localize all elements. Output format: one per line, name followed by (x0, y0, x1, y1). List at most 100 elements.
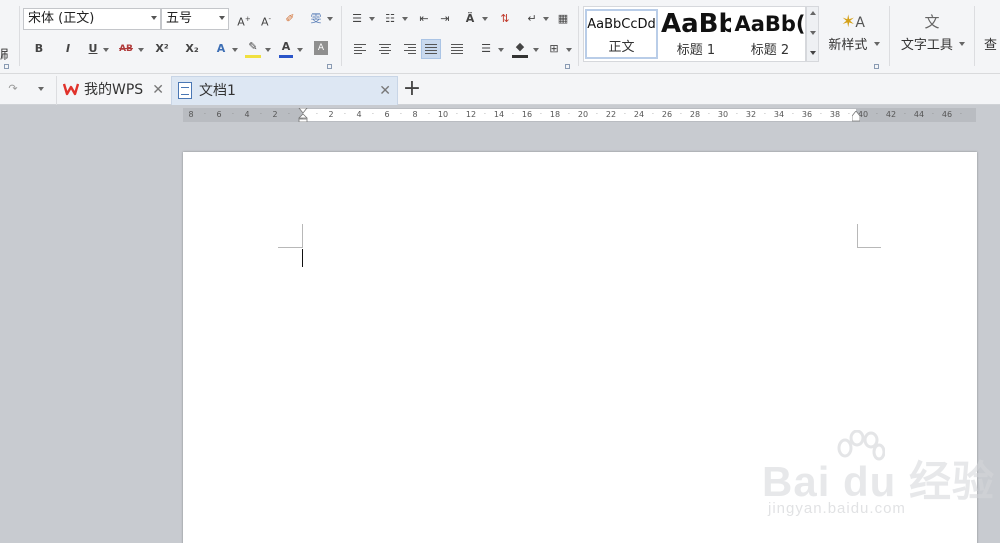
style-name: 标题 1 (676, 43, 716, 58)
ruler-minor-tick: · (428, 111, 430, 118)
character-shading-icon[interactable]: A (314, 41, 328, 55)
chevron-down-icon[interactable] (232, 48, 238, 52)
text-tools-label: 文字工具 (900, 38, 953, 53)
table-grid-icon[interactable]: ▦ (555, 10, 571, 28)
paragraph-group-launcher[interactable] (565, 64, 570, 69)
sort-icon[interactable]: ⇅ (498, 10, 512, 28)
ruler-minor-tick: · (736, 111, 738, 118)
group-divider (889, 6, 890, 66)
find-button-clipped[interactable]: 查 (984, 10, 1000, 53)
align-center-icon[interactable] (378, 42, 392, 56)
font-name-value: 宋体 (正文) (28, 11, 95, 26)
indent-marker-icon[interactable] (298, 108, 308, 122)
ruler-minor-tick: · (792, 111, 794, 118)
style-heading-2[interactable]: AaBb( 标题 2 (734, 9, 805, 59)
bullet-list-icon[interactable]: ☰ (349, 10, 365, 28)
close-icon[interactable]: ✕ (379, 77, 391, 105)
font-size-select[interactable]: 五号 (161, 8, 229, 30)
font-color-icon[interactable]: A (279, 40, 293, 58)
chinese-layout-icon[interactable]: Ä (462, 10, 478, 28)
clipboard-group-launcher[interactable] (4, 64, 9, 69)
ruler-minor-tick: · (232, 111, 234, 118)
tab-my-wps[interactable]: 我的WPS ✕ (56, 76, 170, 105)
borders-icon[interactable]: ⊞ (546, 40, 562, 58)
ruler-number: 32 (745, 110, 757, 119)
text-effect-icon[interactable]: A (214, 40, 228, 58)
italic-button[interactable]: I (61, 40, 75, 58)
justify-icon[interactable] (421, 39, 441, 59)
text-tools-button[interactable]: 文 文字工具 (898, 10, 966, 53)
grow-font-icon[interactable]: A+ (236, 10, 252, 29)
right-indent-marker-icon[interactable] (852, 111, 860, 122)
numbered-list-icon[interactable]: ☷ (382, 10, 398, 28)
style-sample: AaBbCcDd (587, 17, 656, 32)
style-normal[interactable]: AaBbCcDd 正文 (585, 9, 658, 59)
document-tab-bar: ↷ 我的WPS ✕ 文档1 ✕ + (0, 74, 1000, 105)
decrease-indent-icon[interactable]: ⇤ (417, 10, 431, 28)
ruler-number: 44 (913, 110, 925, 119)
font-group-launcher[interactable] (327, 64, 332, 69)
chevron-down-icon[interactable] (327, 17, 333, 21)
ruler-number: 6 (384, 110, 390, 119)
ruler-minor-tick: · (568, 111, 570, 118)
subscript-button[interactable]: X₂ (183, 40, 201, 58)
new-tab-icon[interactable]: + (402, 78, 422, 100)
chevron-down-icon[interactable] (402, 17, 408, 21)
chevron-down-icon[interactable] (482, 17, 488, 21)
new-style-button[interactable]: ✶A 新样式 (825, 10, 881, 53)
chevron-down-icon[interactable] (533, 48, 539, 52)
chevron-down-icon[interactable] (103, 48, 109, 52)
ruler-minor-tick: · (932, 111, 934, 118)
font-name-select[interactable]: 宋体 (正文) (23, 8, 161, 30)
styles-group-launcher[interactable] (874, 64, 879, 69)
close-icon[interactable]: ✕ (152, 76, 164, 104)
group-divider (19, 6, 20, 66)
clear-format-icon[interactable]: ✐ (282, 10, 298, 28)
highlight-icon[interactable]: ✎ (245, 40, 261, 58)
more-styles-icon[interactable] (810, 51, 816, 55)
tab-document-1[interactable]: 文档1 ✕ (171, 76, 398, 105)
ruler-number: 24 (633, 110, 645, 119)
chevron-down-icon[interactable] (810, 31, 816, 35)
ruler-number: 20 (577, 110, 589, 119)
baidu-jingyan-watermark: Bai du 经验 jingyan.baidu.com (750, 430, 994, 530)
chevron-down-icon[interactable] (138, 48, 144, 52)
distributed-align-icon[interactable] (450, 42, 464, 56)
superscript-button[interactable]: X² (153, 40, 171, 58)
line-spacing-icon[interactable]: ☰ (478, 40, 494, 58)
chevron-down-icon[interactable] (369, 17, 375, 21)
chevron-down-icon[interactable] (566, 48, 572, 52)
align-left-icon[interactable] (353, 42, 367, 56)
paragraph-shading-icon[interactable]: ◆ (512, 40, 528, 58)
ruler-minor-tick: · (820, 111, 822, 118)
clipped-format-painter-label[interactable]: 刷 (0, 44, 8, 63)
tab-list-dropdown[interactable] (38, 87, 44, 91)
chevron-down-icon (959, 42, 966, 46)
style-gallery-scroll[interactable] (806, 6, 819, 62)
ruler-number: 8 (412, 110, 418, 119)
chevron-down-icon[interactable] (498, 48, 504, 52)
ruler-minor-tick: · (204, 111, 206, 118)
new-style-icon: ✶A (841, 12, 865, 32)
chevron-down-icon[interactable] (297, 48, 303, 52)
chevron-up-icon[interactable] (810, 11, 816, 15)
document-icon (178, 82, 192, 99)
underline-button[interactable]: U (86, 40, 100, 58)
chevron-down-icon[interactable] (265, 48, 271, 52)
bold-button[interactable]: B (32, 40, 46, 58)
shrink-font-icon[interactable]: A- (258, 10, 274, 29)
align-right-icon[interactable] (403, 42, 417, 56)
strikethrough-button[interactable]: AB (117, 40, 135, 58)
show-hide-marks-icon[interactable]: ↵ (525, 10, 539, 28)
ruler-minor-tick: · (876, 111, 878, 118)
pinyin-guide-icon[interactable]: 雯 (308, 10, 324, 28)
chevron-down-icon[interactable] (543, 17, 549, 21)
ruler-number: 46 (941, 110, 953, 119)
ruler-minor-tick: · (708, 111, 710, 118)
style-heading-1[interactable]: AaBb 标题 1 (661, 9, 731, 59)
increase-indent-icon[interactable]: ⇥ (438, 10, 452, 28)
horizontal-ruler[interactable]: 8 6 4 2 2 4 6 8 10 12 14 16 18 20 22 24 26 28 30 32 34 36 38 40… (183, 108, 976, 122)
ruler-minor-tick: · (652, 111, 654, 118)
redo-icon[interactable]: ↷ (6, 80, 20, 98)
font-size-value: 五号 (166, 11, 193, 26)
